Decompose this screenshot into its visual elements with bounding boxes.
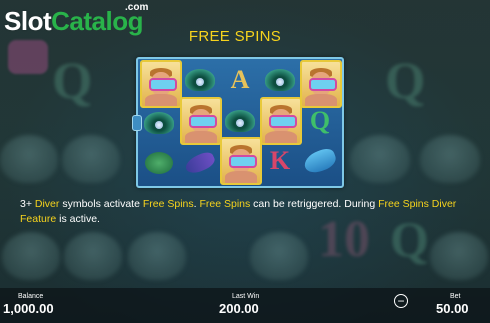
clam-symbol bbox=[262, 62, 298, 98]
feature-highlight: Feature bbox=[20, 213, 57, 225]
bg-symbol-q: Q bbox=[52, 53, 93, 110]
dolphin-symbol bbox=[301, 143, 339, 179]
diver-symbol bbox=[180, 97, 222, 145]
clam-symbol bbox=[222, 103, 258, 139]
clam-symbol bbox=[141, 105, 177, 141]
bet-value: 50.00 bbox=[436, 301, 469, 316]
free-spins-highlight: Free Spins bbox=[142, 198, 194, 210]
bg-clam bbox=[430, 232, 488, 280]
bg-clam bbox=[62, 135, 120, 183]
diver-highlight: Diver bbox=[34, 198, 60, 210]
bg-clam bbox=[0, 135, 58, 183]
letter-a-symbol: A bbox=[230, 65, 250, 94]
page-title: FREE SPINS bbox=[188, 28, 282, 45]
clam-symbol bbox=[182, 62, 218, 98]
free-spins-highlight: Free Spins bbox=[199, 198, 251, 210]
bg-game-logo bbox=[8, 40, 48, 74]
feature-highlight: Free Spins Diver bbox=[378, 198, 457, 210]
free-spins-description: 3+ Diver symbols activate Free Spins. Fr… bbox=[20, 198, 457, 225]
turtle-symbol bbox=[141, 145, 177, 181]
diver-symbol bbox=[300, 60, 342, 108]
bg-clam bbox=[250, 232, 308, 280]
bet-label: Bet bbox=[450, 293, 461, 300]
letter-k-symbol: K bbox=[269, 146, 291, 175]
decrease-bet-button[interactable]: − bbox=[394, 294, 408, 308]
fish-symbol bbox=[182, 145, 218, 181]
bg-clam bbox=[2, 232, 60, 280]
bg-symbol-q: Q bbox=[385, 53, 426, 110]
diver-symbol bbox=[260, 97, 302, 145]
logo-com-text: .com bbox=[125, 2, 149, 13]
balance-label: Balance bbox=[18, 293, 44, 300]
bg-clam bbox=[64, 232, 122, 280]
bg-clam bbox=[350, 135, 410, 183]
bg-clam bbox=[420, 135, 480, 183]
last-win-label: Last Win bbox=[232, 293, 260, 300]
last-win-value: 200.00 bbox=[219, 301, 259, 316]
diver-symbol bbox=[140, 60, 182, 108]
letter-q-symbol: Q bbox=[309, 106, 331, 135]
diver-symbol bbox=[220, 137, 262, 185]
reels-panel: A K Q bbox=[132, 57, 344, 188]
balance-value: 1,000.00 bbox=[3, 301, 54, 316]
bg-clam bbox=[128, 232, 186, 280]
